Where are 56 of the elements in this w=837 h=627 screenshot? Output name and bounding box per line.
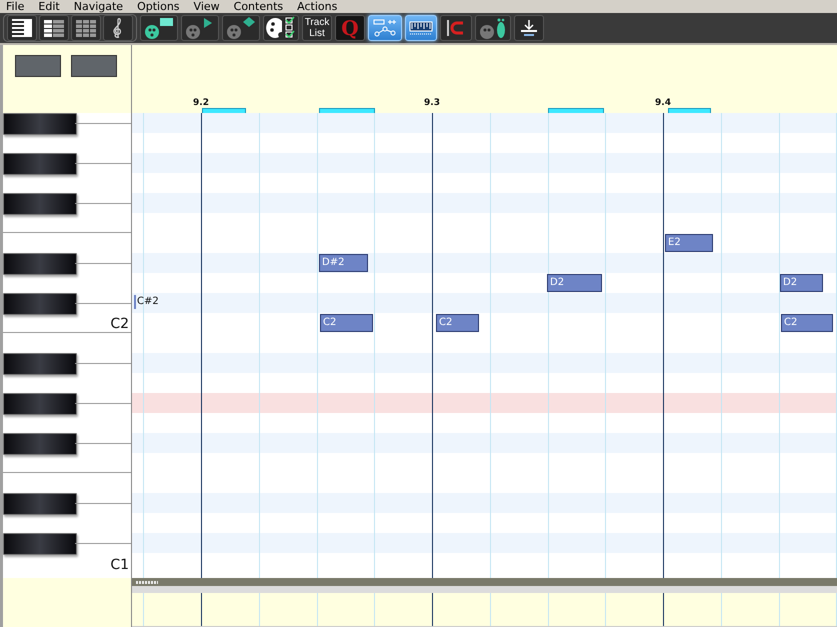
sharp-key[interactable] — [3, 253, 77, 275]
grid-button[interactable] — [71, 15, 101, 41]
download-button[interactable] — [514, 15, 544, 41]
menu-item[interactable]: Edit — [38, 0, 60, 13]
note[interactable]: C2 — [436, 314, 479, 332]
sharp-key[interactable] — [3, 433, 77, 455]
menu-item[interactable]: File — [6, 0, 24, 13]
menu-item[interactable]: Navigate — [74, 0, 124, 13]
ruler-icon — [408, 19, 434, 37]
sharp-key[interactable] — [3, 533, 77, 555]
sharp-key[interactable] — [3, 113, 77, 135]
foot-button[interactable] — [475, 15, 511, 41]
note-grid[interactable]: E2 D#2 D2 D2 C2 C2 C2 C#2 — [132, 113, 837, 578]
sharp-key[interactable] — [3, 353, 77, 375]
piano-keys-icon — [11, 18, 33, 38]
grip-icon[interactable] — [136, 580, 158, 584]
ruler-button[interactable] — [405, 15, 437, 41]
note[interactable]: C2 — [320, 314, 373, 332]
palette-icon — [225, 16, 257, 40]
sharp-key[interactable] — [3, 293, 77, 315]
menu-item[interactable]: Actions — [297, 0, 338, 13]
pitch-hover-label: C#2 — [134, 295, 159, 309]
magnet-button[interactable] — [440, 15, 472, 41]
sharp-key[interactable] — [3, 393, 77, 415]
sharp-key[interactable] — [3, 493, 77, 515]
sharp-key[interactable] — [3, 193, 77, 215]
note[interactable]: D2 — [547, 274, 602, 292]
ruler-label: 9.2 — [193, 98, 209, 108]
download-icon — [518, 18, 540, 38]
track-list-button[interactable]: Track List — [302, 15, 332, 41]
palette-checklist-icon — [266, 16, 296, 40]
ruler-label: 9.4 — [655, 98, 671, 108]
palette-diamond-button[interactable] — [222, 15, 260, 41]
menu-item[interactable]: Options — [137, 0, 180, 13]
sharp-key[interactable] — [3, 153, 77, 175]
curve-edit-icon — [371, 17, 399, 39]
list-button[interactable] — [39, 15, 69, 41]
palette-rect-button[interactable] — [140, 15, 178, 41]
palette-icon — [143, 16, 175, 40]
note[interactable]: D#2 — [319, 254, 368, 272]
menu-item[interactable]: Contents — [234, 0, 284, 13]
note[interactable]: D2 — [780, 274, 823, 292]
list-icon — [43, 18, 65, 38]
ruler-label: 9.3 — [424, 98, 440, 108]
clef-button[interactable] — [103, 15, 133, 41]
key-label: C1 — [110, 557, 130, 573]
menu-item[interactable]: View — [194, 0, 220, 13]
piano-button[interactable] — [7, 15, 37, 41]
grid-icon — [75, 18, 97, 38]
palette-check-button[interactable] — [263, 15, 299, 41]
palette-play-button[interactable] — [181, 15, 219, 41]
note[interactable]: C2 — [781, 314, 833, 332]
palette-footprint-icon — [478, 16, 508, 40]
note[interactable]: E2 — [665, 234, 713, 252]
key-label: C2 — [110, 316, 130, 332]
curve-button[interactable] — [368, 15, 402, 41]
